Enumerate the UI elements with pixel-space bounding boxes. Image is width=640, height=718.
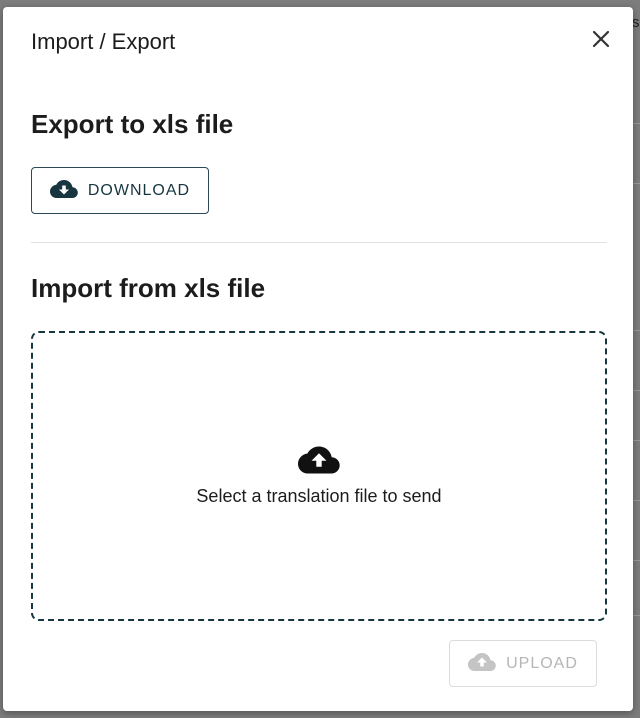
- backdrop-divider: [633, 390, 640, 391]
- backdrop-divider: [633, 183, 640, 184]
- dialog-title: Import / Export: [31, 29, 176, 54]
- upload-label: UPLOAD: [506, 654, 578, 672]
- backdrop-divider: [633, 123, 640, 124]
- export-heading: Export to xls file: [31, 109, 234, 139]
- cloud-upload-icon: [298, 445, 340, 480]
- backdrop-edge-text: s: [632, 14, 640, 31]
- download-label: DOWNLOAD: [87, 181, 191, 199]
- cloud-download-icon: [49, 179, 78, 202]
- import-heading: Import from xls file: [31, 273, 266, 303]
- backdrop-divider: [633, 440, 640, 441]
- backdrop-divider: [633, 615, 640, 616]
- backdrop-divider: [633, 500, 640, 501]
- backdrop-divider: [633, 330, 640, 331]
- cloud-upload-icon: [468, 652, 496, 675]
- close-button[interactable]: [587, 25, 615, 53]
- upload-button[interactable]: UPLOAD: [449, 640, 597, 687]
- backdrop-divider: [633, 560, 640, 561]
- file-dropzone[interactable]: Select a translation file to send: [31, 331, 607, 621]
- download-button[interactable]: DOWNLOAD: [31, 167, 209, 214]
- dropzone-text: Select a translation file to send: [196, 486, 442, 506]
- close-icon: [587, 25, 615, 53]
- section-divider: [31, 242, 607, 243]
- import-export-dialog: Import / Export Export to xls file DOWNL…: [3, 7, 633, 711]
